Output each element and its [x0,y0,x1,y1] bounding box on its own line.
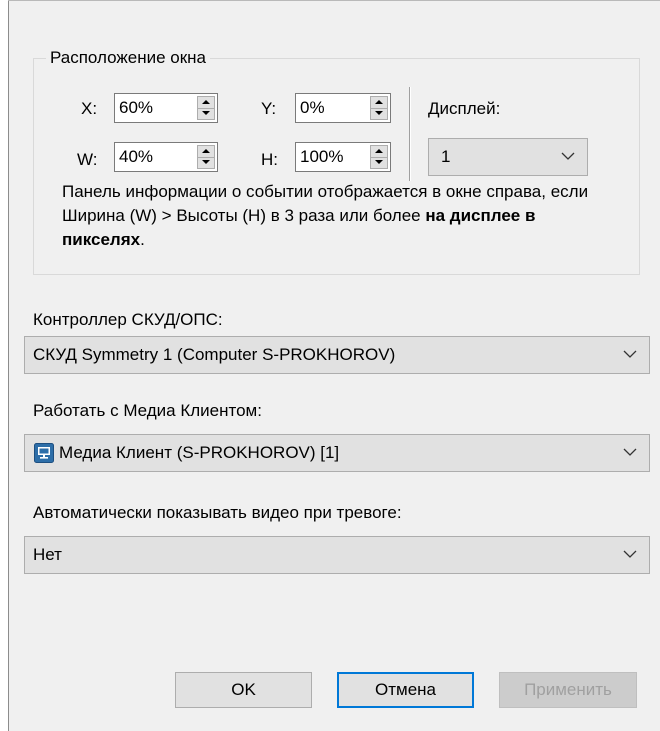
auto-video-label: Автоматически показывать видео при трево… [33,503,402,522]
controller-select[interactable]: СКУД Symmetry 1 (Computer S-PROKHOROV) [24,336,650,374]
monitor-icon [34,443,54,463]
dialog-border-top [8,0,660,1]
controller-label: Контроллер СКУД/ОПС: [33,310,223,329]
arrow-up-icon [202,149,210,153]
y-value[interactable]: 0% [300,97,325,119]
window-position-title: Расположение окна [46,47,211,69]
x-spin-buttons[interactable] [197,96,215,120]
arrow-down-icon [202,160,210,164]
arrow-down-icon [375,111,383,115]
media-client-select[interactable]: Медиа Клиент (S-PROKHOROV) [1] [24,434,650,472]
arrow-down-icon [202,111,210,115]
apply-button[interactable]: Применить [499,672,637,708]
info-text-end: . [140,230,145,249]
arrow-up-icon [375,100,383,104]
display-label: Дисплей: [428,99,501,118]
chevron-down-icon [623,448,637,456]
w-decrement-button[interactable] [198,157,214,168]
arrow-up-icon [202,100,210,104]
x-decrement-button[interactable] [198,108,214,119]
y-spinbox[interactable]: 0% [295,93,391,123]
h-decrement-button[interactable] [371,157,387,168]
h-spin-buttons[interactable] [370,145,388,169]
media-client-value: Медиа Клиент (S-PROKHOROV) [1] [59,443,340,462]
ok-button[interactable]: OK [175,672,312,708]
x-spinbox[interactable]: 60% [114,93,218,123]
vertical-separator [409,87,411,181]
h-label: H: [261,150,278,169]
w-spinbox[interactable]: 40% [114,142,218,172]
x-label: X: [81,99,98,118]
auto-video-value: Нет [33,545,62,564]
y-spin-buttons[interactable] [370,96,388,120]
info-text: Панель информации о событии отображается… [62,180,602,252]
x-value[interactable]: 60% [119,97,153,119]
w-value[interactable]: 40% [119,146,153,168]
dialog-border [8,0,9,731]
h-spinbox[interactable]: 100% [295,142,391,172]
media-client-label: Работать с Медиа Клиентом: [33,401,262,420]
arrow-down-icon [375,160,383,164]
y-label: Y: [261,99,277,118]
arrow-up-icon [375,149,383,153]
w-spin-buttons[interactable] [197,145,215,169]
w-label: W: [77,150,98,169]
auto-video-select[interactable]: Нет [24,536,650,574]
chevron-down-icon [623,350,637,358]
controller-value: СКУД Symmetry 1 (Computer S-PROKHOROV) [33,345,396,364]
y-decrement-button[interactable] [371,108,387,119]
chevron-down-icon [623,550,637,558]
chevron-down-icon [561,152,575,160]
h-value[interactable]: 100% [300,146,343,168]
cancel-button[interactable]: Отмена [337,672,474,708]
outside-area [0,0,8,731]
display-select[interactable]: 1 [428,138,588,176]
display-value: 1 [441,147,451,166]
